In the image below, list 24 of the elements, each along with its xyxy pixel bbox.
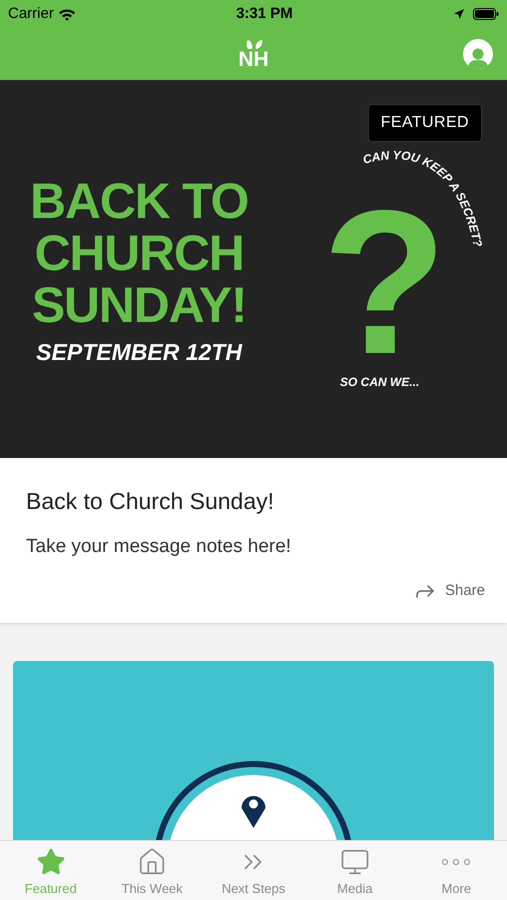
tab-bar-item[interactable]: Next Steps (202, 841, 304, 900)
banner-tagline: SO CAN WE... (340, 374, 420, 391)
tab-bar-item[interactable]: Featured (0, 841, 102, 900)
tab-bar-item[interactable]: More (406, 841, 507, 900)
tab-bar-item[interactable]: This Week (101, 841, 203, 900)
profile-button[interactable] (463, 39, 493, 69)
banner-headline: SUNDAY! (32, 279, 246, 331)
more-icon (441, 858, 472, 866)
location-arrow-icon (452, 8, 465, 20)
wifi-icon (58, 8, 76, 20)
banner-headline: CHURCH (34, 227, 244, 279)
post-subtitle: Take your message notes here! (26, 534, 292, 558)
featured-badge: FEATURED (368, 104, 482, 142)
share-button[interactable]: Share (412, 579, 485, 603)
banner-date: SEPTEMBER 12TH (36, 338, 242, 367)
carrier-label: Carrier (8, 4, 54, 24)
star-icon (36, 846, 66, 876)
tab-bar-item[interactable]: Media (304, 841, 406, 900)
banner-headline: BACK TO (30, 175, 248, 227)
clock-time: 3:31 PM (236, 4, 293, 24)
app-logo: NH (238, 38, 269, 70)
banner-question-mark: ? (322, 205, 448, 360)
post-title: Back to Church Sunday! (26, 487, 276, 516)
battery-icon (472, 8, 499, 20)
